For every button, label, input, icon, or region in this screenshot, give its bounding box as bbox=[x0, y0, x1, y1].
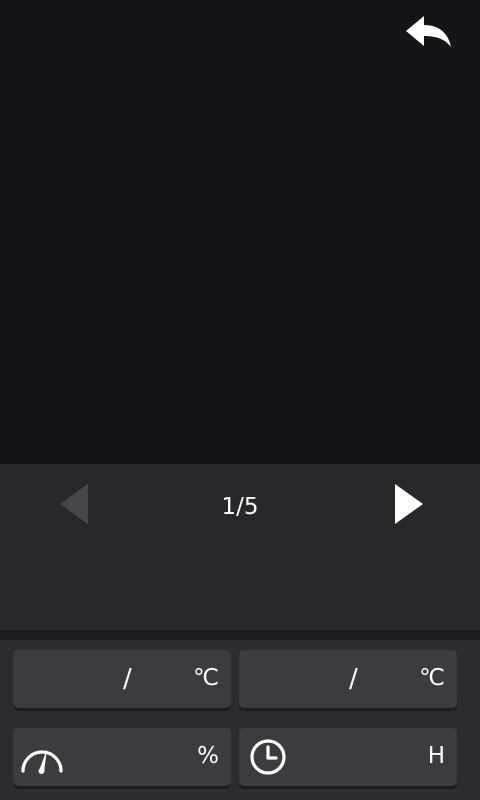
triangle-right-icon bbox=[395, 484, 423, 524]
temperature-1-card[interactable]: / ℃ bbox=[13, 650, 231, 708]
next-page-button[interactable] bbox=[383, 480, 431, 528]
timer-unit: H bbox=[427, 743, 445, 769]
temperature-2-unit: ℃ bbox=[419, 665, 445, 691]
previous-page-button[interactable] bbox=[50, 480, 98, 528]
clock-icon bbox=[245, 736, 291, 778]
gauge-icon bbox=[19, 736, 65, 778]
timer-card[interactable]: H bbox=[239, 728, 457, 786]
page-indicator: 1/5 bbox=[221, 494, 259, 520]
content-area bbox=[0, 0, 480, 464]
divider bbox=[0, 630, 480, 640]
back-button[interactable] bbox=[400, 12, 456, 56]
settings-panel: / ℃ / ℃ % H bbox=[0, 640, 480, 800]
speed-card[interactable]: % bbox=[13, 728, 231, 786]
reply-arrow-icon bbox=[406, 16, 451, 47]
temperature-1-unit: ℃ bbox=[193, 665, 219, 691]
temperature-1-separator: / bbox=[123, 664, 132, 694]
pager-panel: 1/5 bbox=[0, 464, 480, 630]
triangle-left-icon bbox=[60, 484, 88, 524]
temperature-2-card[interactable]: / ℃ bbox=[239, 650, 457, 708]
speed-unit: % bbox=[197, 743, 219, 769]
temperature-2-separator: / bbox=[349, 664, 358, 694]
